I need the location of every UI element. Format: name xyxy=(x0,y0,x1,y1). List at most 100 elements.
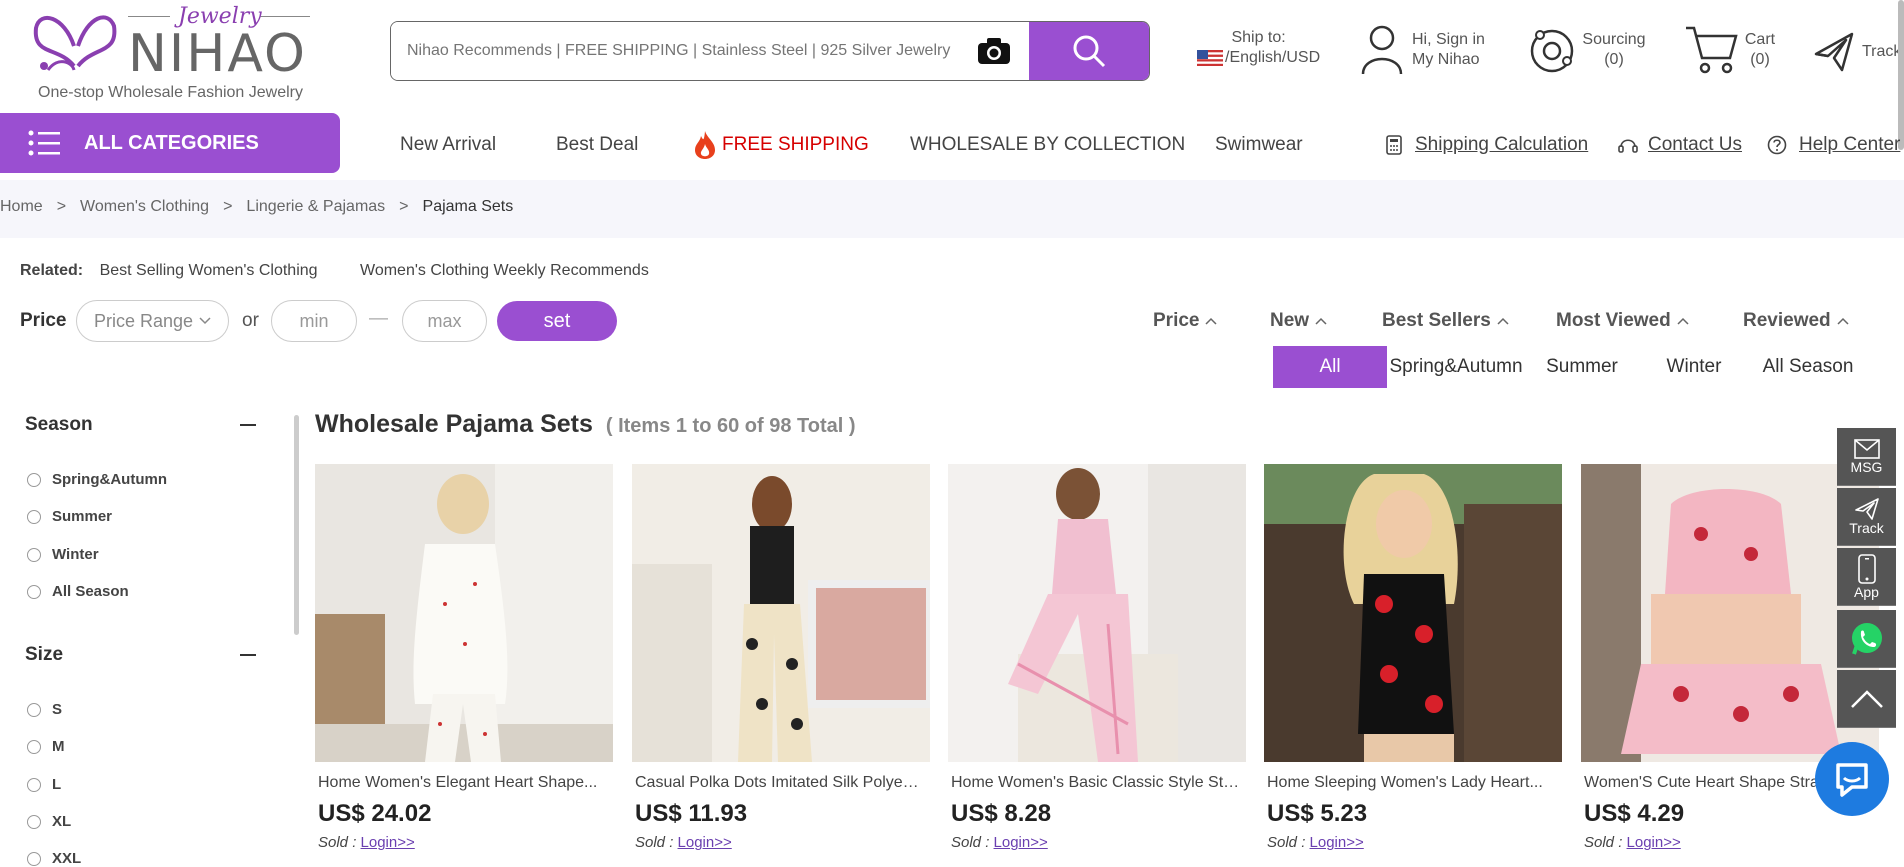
sold-label: Sold : xyxy=(1267,834,1306,851)
user-icon xyxy=(1361,25,1403,75)
listing-title: Wholesale Pajama Sets ( Items 1 to 60 of… xyxy=(315,410,856,439)
product-image[interactable] xyxy=(1264,464,1562,762)
filter-option-label: Spring&Autumn xyxy=(52,471,167,488)
product-card[interactable]: Home Women's Basic Classic Style Stri...… xyxy=(948,464,1246,859)
page-scrollbar[interactable] xyxy=(1898,0,1904,150)
price-range-dropdown[interactable]: Price Range xyxy=(76,300,229,342)
live-chat-button[interactable] xyxy=(1815,742,1889,816)
message-label: MSG xyxy=(1850,458,1883,475)
sort-option-label: Price xyxy=(1153,310,1200,331)
filter-option[interactable]: L xyxy=(27,776,61,793)
product-sold: Sold : Login>> xyxy=(948,834,1246,851)
float-track-button[interactable]: Track xyxy=(1837,488,1896,546)
back-to-top-button[interactable] xyxy=(1837,670,1896,728)
login-link[interactable]: Login>> xyxy=(678,834,732,851)
radio-button[interactable] xyxy=(27,777,41,792)
nav-swimwear[interactable]: Swimwear xyxy=(1215,134,1303,156)
product-sold: Sold : Login>> xyxy=(632,834,930,851)
radio-button[interactable] xyxy=(27,547,41,562)
filter-option-label: XL xyxy=(52,813,72,830)
min-price-input[interactable]: min xyxy=(271,300,357,342)
breadcrumb-lingerie[interactable]: Lingerie & Pajamas xyxy=(246,198,385,215)
search-input[interactable] xyxy=(391,22,959,80)
product-sold: Sold : Login>> xyxy=(1581,834,1879,851)
product-name[interactable]: Home Women's Basic Classic Style Stri... xyxy=(948,774,1240,792)
product-image[interactable] xyxy=(1581,464,1879,762)
product-image[interactable] xyxy=(315,464,613,762)
shipping-calculation-label: Shipping Calculation xyxy=(1415,134,1589,155)
app-label: App xyxy=(1854,583,1879,600)
filter-option[interactable]: Summer xyxy=(27,508,112,525)
product-photo xyxy=(1264,464,1562,762)
product-card[interactable]: Home Women's Elegant Heart Shape... US$ 2… xyxy=(315,464,613,859)
season-tab[interactable]: All Season xyxy=(1750,346,1866,388)
collapse-size-button[interactable] xyxy=(240,654,256,656)
nav-best-deal[interactable]: Best Deal xyxy=(556,134,638,156)
all-categories-button[interactable]: ALL CATEGORIES xyxy=(0,113,340,173)
chevron-up-icon xyxy=(1497,317,1509,325)
ship-to-selector[interactable]: Ship to: /English/USD xyxy=(1197,28,1320,68)
nav-free-shipping-label: FREE SHIPPING xyxy=(722,134,869,155)
sort-option[interactable]: Most Viewed xyxy=(1556,310,1689,332)
app-button[interactable]: App xyxy=(1837,548,1896,606)
login-link[interactable]: Login>> xyxy=(1627,834,1681,851)
season-tab[interactable]: Summer xyxy=(1528,346,1636,388)
radio-button[interactable] xyxy=(27,584,41,599)
radio-button[interactable] xyxy=(27,739,41,754)
sidebar-scrollbar[interactable] xyxy=(294,415,299,635)
product-image[interactable] xyxy=(632,464,930,762)
butterfly-logo-icon xyxy=(33,15,117,71)
radio-button[interactable] xyxy=(27,472,41,487)
whatsapp-button[interactable] xyxy=(1837,610,1896,668)
breadcrumb-home[interactable]: Home xyxy=(0,198,43,215)
chat-icon xyxy=(1836,763,1868,797)
product-name[interactable]: Casual Polka Dots Imitated Silk Polyest.… xyxy=(632,774,924,792)
max-price-input[interactable]: max xyxy=(402,300,487,342)
product-name[interactable]: Home Sleeping Women's Lady Heart... xyxy=(1264,774,1556,792)
login-link[interactable]: Login>> xyxy=(994,834,1048,851)
search-button[interactable] xyxy=(1029,22,1149,80)
camera-search-button[interactable] xyxy=(959,22,1029,80)
site-logo[interactable]: Jewelry NIHAO One-stop Wholesale Fashion… xyxy=(28,4,318,104)
related-link[interactable]: Best Selling Women's Clothing xyxy=(100,262,318,279)
all-categories-label: ALL CATEGORIES xyxy=(84,131,259,154)
filter-option[interactable]: S xyxy=(27,701,62,718)
chevron-up-icon xyxy=(1205,317,1218,325)
filter-option[interactable]: All Season xyxy=(27,583,129,600)
radio-button[interactable] xyxy=(27,509,41,524)
radio-button[interactable] xyxy=(27,814,41,829)
login-link[interactable]: Login>> xyxy=(1310,834,1364,851)
filter-option[interactable]: M xyxy=(27,738,65,755)
filter-option[interactable]: Winter xyxy=(27,546,99,563)
sort-option[interactable]: New xyxy=(1270,310,1327,332)
product-card[interactable]: Casual Polka Dots Imitated Silk Polyest.… xyxy=(632,464,930,859)
season-tab[interactable]: Winter xyxy=(1638,346,1750,388)
help-icon xyxy=(1767,135,1787,155)
related-links: Related: Best Selling Women's Clothing W… xyxy=(20,262,649,280)
season-tab[interactable]: All xyxy=(1273,346,1387,388)
sort-option[interactable]: Price xyxy=(1153,310,1218,332)
list-menu-icon xyxy=(28,130,60,156)
breadcrumb-womens-clothing[interactable]: Women's Clothing xyxy=(80,198,209,215)
filter-option[interactable]: Spring&Autumn xyxy=(27,471,167,488)
product-card[interactable]: Home Sleeping Women's Lady Heart... US$ 5… xyxy=(1264,464,1562,859)
sort-option[interactable]: Best Sellers xyxy=(1382,310,1509,332)
price-filter-label: Price xyxy=(20,310,67,331)
filter-option[interactable]: XL xyxy=(27,813,71,830)
product-image[interactable] xyxy=(948,464,1246,762)
season-tab[interactable]: Spring&Autumn xyxy=(1387,346,1525,388)
phone-icon xyxy=(1857,553,1876,584)
sort-option[interactable]: Reviewed xyxy=(1743,310,1849,332)
related-link[interactable]: Women's Clothing Weekly Recommends xyxy=(360,262,649,279)
product-name[interactable]: Home Women's Elegant Heart Shape... xyxy=(315,774,607,792)
mail-icon xyxy=(1853,438,1880,459)
sourcing-label: Sourcing xyxy=(1582,31,1646,48)
nav-wholesale-by-collection[interactable]: WHOLESALE BY COLLECTION xyxy=(910,134,1185,156)
message-button[interactable]: MSG xyxy=(1837,428,1896,486)
login-link[interactable]: Login>> xyxy=(361,834,415,851)
set-price-button[interactable]: set xyxy=(497,301,617,341)
collapse-season-button[interactable] xyxy=(240,424,256,426)
listing-title-text: Wholesale Pajama Sets xyxy=(315,410,593,438)
radio-button[interactable] xyxy=(27,702,41,717)
nav-new-arrival[interactable]: New Arrival xyxy=(400,134,496,156)
